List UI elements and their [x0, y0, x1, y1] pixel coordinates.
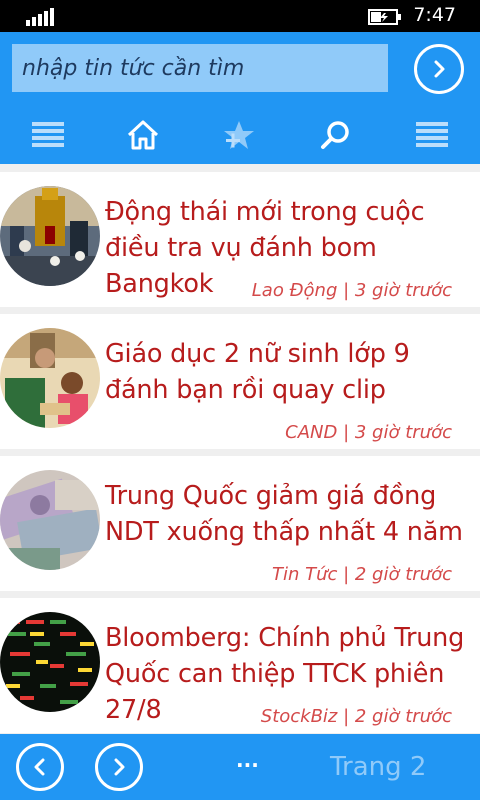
- chevron-left-icon: [34, 758, 45, 776]
- article-headline: Trung Quốc giảm giá đồng NDT xuống thấp …: [105, 481, 463, 547]
- search-go-button[interactable]: [414, 44, 464, 94]
- nav-toolbar: [0, 112, 480, 158]
- article-thumbnail: [0, 612, 100, 712]
- clock-time: 7:47: [413, 4, 456, 26]
- chevron-right-icon: [114, 758, 125, 776]
- battery-charging-icon: [368, 9, 402, 25]
- article-item[interactable]: Giáo dục 2 nữ sinh lớp 9 đánh bạn rồi qu…: [0, 314, 480, 449]
- search-box: [12, 44, 388, 92]
- article-thumbnail: [0, 186, 100, 286]
- article-item[interactable]: Trung Quốc giảm giá đồng NDT xuống thấp …: [0, 456, 480, 591]
- page-indicator: Trang 2: [330, 752, 427, 782]
- favorites-button[interactable]: [207, 112, 271, 158]
- magnifier-icon: [321, 121, 349, 149]
- search-input[interactable]: [12, 44, 388, 92]
- phone-screen: 7:47 nhập tin tức cần tìm Động thái mới …: [0, 0, 480, 800]
- article-source-time: CAND | 3 giờ trước: [285, 422, 452, 443]
- home-icon: [127, 120, 159, 150]
- article-list: Động thái mới trong cuộc điều tra vụ đán…: [0, 164, 480, 734]
- star-plus-icon: [224, 121, 254, 149]
- article-source-time: Tin Tức | 2 giờ trước: [271, 564, 452, 585]
- list-view-button[interactable]: [400, 112, 464, 158]
- more-options-button[interactable]: ...: [236, 748, 259, 772]
- article-thumbnail: [0, 328, 100, 428]
- prev-page-button[interactable]: [16, 743, 64, 791]
- app-header: [0, 32, 480, 164]
- article-source-time: StockBiz | 2 giờ trước: [260, 706, 452, 727]
- article-item[interactable]: Bloomberg: Chính phủ Trung Quốc can thiệ…: [0, 598, 480, 733]
- hamburger-menu-icon: [32, 122, 64, 147]
- search-button[interactable]: [303, 112, 367, 158]
- chevron-right-icon: [434, 60, 445, 78]
- signal-bars-icon: [26, 8, 54, 26]
- menu-button[interactable]: [16, 112, 80, 158]
- status-bar: 7:47: [0, 0, 480, 32]
- article-item[interactable]: Động thái mới trong cuộc điều tra vụ đán…: [0, 172, 480, 307]
- next-page-button[interactable]: [95, 743, 143, 791]
- article-source-time: Lao Động | 3 giờ trước: [251, 280, 452, 301]
- list-lines-icon: [416, 122, 448, 147]
- pagination-bar: ... Trang 2: [0, 734, 480, 800]
- home-button[interactable]: [111, 112, 175, 158]
- article-thumbnail: [0, 470, 100, 570]
- article-headline: Giáo dục 2 nữ sinh lớp 9 đánh bạn rồi qu…: [105, 339, 410, 405]
